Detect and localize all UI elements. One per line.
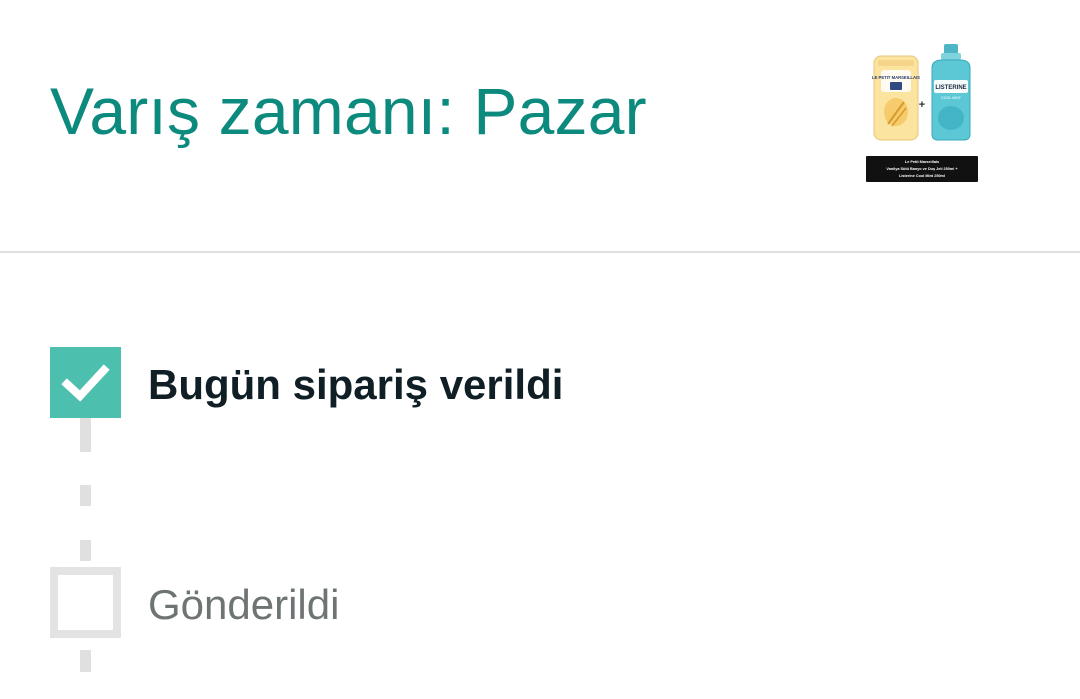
caption-line-2: Vanilya Sütü Banyo ve Duş Jeli 250ml + xyxy=(886,167,958,171)
caption-line-1: Le Petit Marseillais xyxy=(905,160,939,164)
step-ordered-label: Bugün sipariş verildi xyxy=(148,361,564,408)
shower-gel-bottle: LE PETIT MARSEILLAIS xyxy=(872,55,920,141)
progress-connector-dash xyxy=(80,418,91,452)
progress-connector-dash xyxy=(80,650,91,672)
progress-connector-dash xyxy=(80,540,91,561)
product-image[interactable]: LE PETIT MARSEILLAIS + LISTERINE COOL MI… xyxy=(864,42,980,184)
step-shipped-checkbox xyxy=(50,567,121,638)
mouthwash-bottle: LISTERINE COOL MINT xyxy=(931,44,971,141)
svg-text:+: + xyxy=(919,99,925,111)
caption-line-3: Listerine Cool Mint 250ml xyxy=(899,174,945,178)
left-brand-text: LE PETIT MARSEILLAIS xyxy=(872,75,920,80)
step-ordered-checkbox xyxy=(50,347,121,418)
order-tracking-page: Varış zamanı: Pazar LE PETIT MARSEILLAIS… xyxy=(0,0,1080,699)
checkmark-icon xyxy=(61,364,110,402)
step-shipped-label: Gönderildi xyxy=(148,581,340,628)
right-subtitle-text: COOL MINT xyxy=(941,96,962,100)
arrival-title: Varış zamanı: Pazar xyxy=(50,74,647,148)
section-divider xyxy=(0,251,1080,253)
right-brand-text: LISTERINE xyxy=(935,85,966,91)
progress-connector-dash xyxy=(80,485,91,506)
